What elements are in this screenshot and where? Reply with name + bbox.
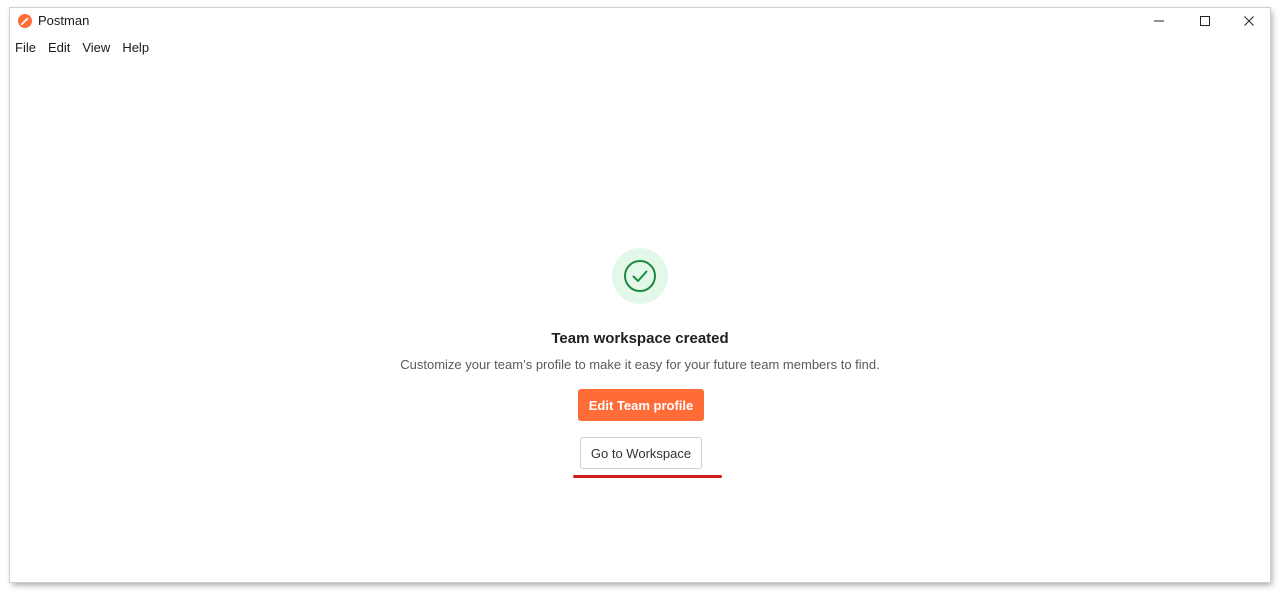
maximize-button[interactable] <box>1182 8 1228 34</box>
menu-edit[interactable]: Edit <box>48 38 76 57</box>
close-button[interactable] <box>1226 8 1270 34</box>
annotation-underline <box>573 475 722 478</box>
menu-help[interactable]: Help <box>122 38 155 57</box>
title-bar: Postman <box>10 8 1270 34</box>
menu-bar: File Edit View Help <box>10 36 161 58</box>
success-badge <box>612 248 668 304</box>
go-to-workspace-button[interactable]: Go to Workspace <box>580 437 702 469</box>
app-window: Postman File Edit View Help Team workspa… <box>10 8 1270 582</box>
window-title: Postman <box>38 13 90 28</box>
check-circle-icon <box>624 260 656 292</box>
edit-team-profile-button[interactable]: Edit Team profile <box>578 389 704 421</box>
success-headline: Team workspace created <box>551 330 729 347</box>
postman-logo-icon <box>18 14 32 28</box>
minimize-button[interactable] <box>1136 8 1182 34</box>
menu-file[interactable]: File <box>15 38 42 57</box>
maximize-icon <box>1200 16 1210 26</box>
menu-view[interactable]: View <box>82 38 116 57</box>
minimize-icon <box>1154 20 1164 22</box>
close-icon <box>1244 16 1254 26</box>
success-description: Customize your team’s profile to make it… <box>400 357 880 372</box>
main-content: Team workspace created Customize your te… <box>10 58 1270 582</box>
